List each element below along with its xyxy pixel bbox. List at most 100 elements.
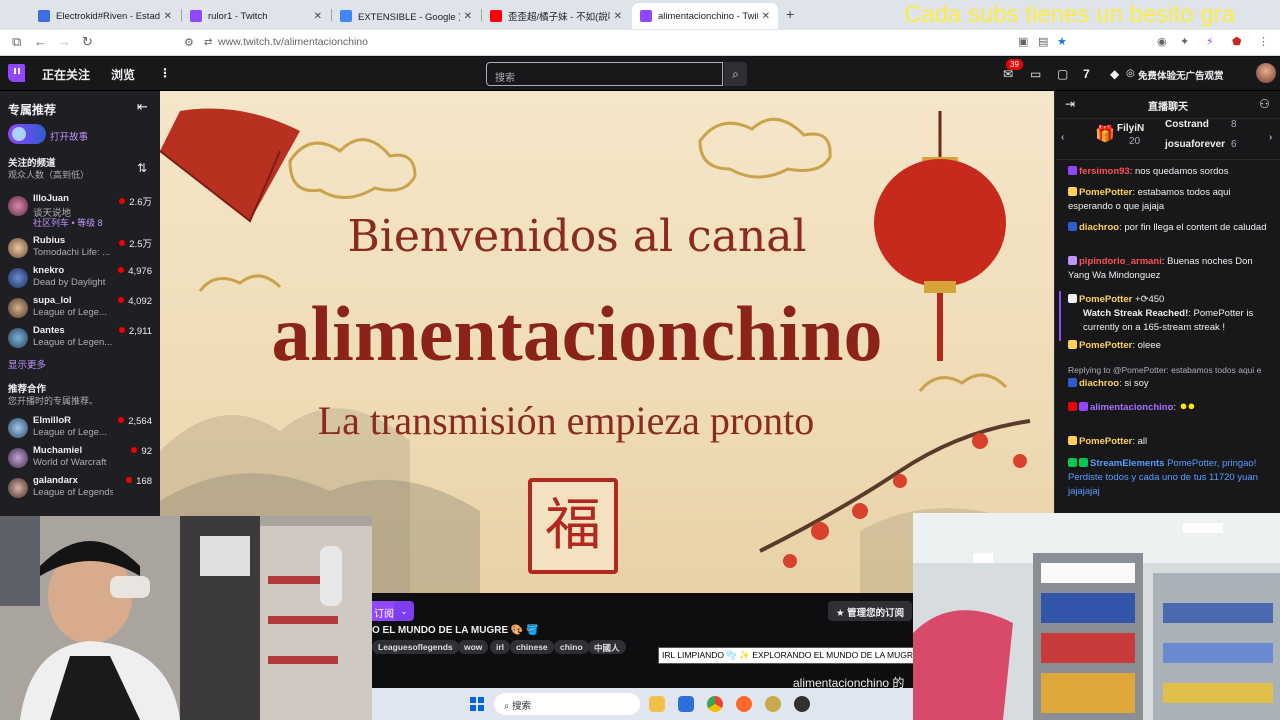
chat-username[interactable]: PomePotter	[1079, 294, 1132, 305]
firefox-icon[interactable]	[736, 696, 752, 712]
league-client-icon[interactable]	[765, 696, 781, 712]
tab-label: 歪歪超/橘子妹 - 不如(說唱版)	[508, 12, 610, 23]
prime-icon[interactable]: ◎	[1126, 68, 1135, 79]
close-tab-icon[interactable]: ✕	[762, 11, 770, 22]
address-bar: ⧉ ← → ↻ ⚙ ⇄ www.twitch.tv/alimentacionch…	[0, 30, 1280, 56]
user-avatar[interactable]	[1256, 63, 1276, 83]
close-tab-icon[interactable]: ✕	[464, 11, 472, 22]
whispers-icon[interactable]: ▢	[1057, 67, 1068, 81]
collapse-sidebar-icon[interactable]: ⇤	[137, 99, 148, 115]
chat-username[interactable]: StreamElements	[1090, 458, 1164, 469]
chat-username[interactable]: alimentacionchino	[1090, 402, 1173, 413]
twitch-logo-icon[interactable]	[8, 64, 25, 82]
sidebar-channel[interactable]: knekro Dead by Daylight 4,976	[0, 264, 160, 294]
chat-username[interactable]: diachroo	[1079, 378, 1119, 389]
extensions-icon[interactable]: ✦	[1180, 35, 1189, 48]
nav-following[interactable]: 正在关注	[42, 66, 90, 83]
workspaces-icon[interactable]: ⧉	[12, 34, 21, 50]
viewer-count: 2,911	[119, 326, 152, 337]
browser-tab-active[interactable]: alimentacionchino - Twitch ✕	[632, 3, 778, 29]
badge-icon	[1068, 256, 1077, 265]
close-tab-icon[interactable]: ✕	[164, 11, 172, 22]
search-input[interactable]: 搜索	[486, 62, 723, 86]
reload-icon[interactable]: ↻	[82, 34, 93, 50]
chat-username[interactable]: fersimon93	[1079, 166, 1130, 177]
browser-tab[interactable]: rulor1 - Twitch ✕	[182, 3, 330, 29]
screenshot-icon[interactable]: ▣	[1018, 35, 1028, 48]
manage-subscription-button[interactable]: ★ 管理您的订阅	[828, 601, 913, 621]
browser-menu-icon[interactable]: ⋮	[1258, 35, 1269, 48]
inbox-icon[interactable]: ▭	[1030, 67, 1041, 81]
chat-message: alimentacionchino: ●●	[1068, 399, 1276, 415]
chevron-right-icon[interactable]: ›	[1269, 132, 1272, 143]
sidebar-channel[interactable]: Dantes League of Legen... 2,911	[0, 324, 160, 354]
url-field[interactable]: www.twitch.tv/alimentacionchino	[218, 36, 368, 48]
channel-name: Muchamiel	[33, 445, 83, 456]
story-button[interactable]	[8, 124, 46, 144]
close-tab-icon[interactable]: ✕	[314, 11, 322, 22]
chrome-icon[interactable]	[707, 696, 723, 712]
extension-badge-icon[interactable]: 7	[1083, 67, 1090, 81]
adblock-icon[interactable]: ⬟	[1232, 35, 1242, 48]
forward-icon[interactable]: →	[58, 34, 71, 49]
sidebar-channel[interactable]: galandarx League of Legends 168	[0, 474, 160, 504]
avatar	[8, 196, 28, 216]
back-icon[interactable]: ←	[34, 34, 47, 49]
chat-username[interactable]: pipindorio_armani	[1079, 256, 1162, 267]
sidebar-channel[interactable]: IlloJuan 谈天说地 2.6万 社区列车 • 等级 8	[0, 192, 160, 230]
tag[interactable]: 中國人	[588, 640, 626, 654]
webcam-right-image	[913, 513, 1280, 720]
sort-icon[interactable]: ⇅	[137, 161, 147, 175]
chat-username[interactable]: PomePotter	[1079, 340, 1132, 351]
recommended-sub: 您开播时的专属推荐。	[8, 396, 99, 406]
broadcaster-badge-icon	[1068, 402, 1077, 411]
tag[interactable]: irl	[490, 640, 511, 654]
taskbar-search[interactable]: ⌕ 搜索	[494, 693, 640, 715]
windows-start-icon[interactable]	[470, 697, 484, 711]
chat-username[interactable]: PomePotter	[1079, 187, 1132, 198]
chevron-down-icon[interactable]: ⌄	[394, 601, 414, 621]
share-icon[interactable]: ⇄	[204, 37, 212, 48]
channel-name: galandarx	[33, 475, 78, 486]
search-icon[interactable]: ⌕	[724, 62, 747, 86]
browser-tab[interactable]: 歪歪超/橘子妹 - 不如(說唱版) ✕	[482, 3, 630, 29]
sidebar-channel[interactable]: Muchamiel World of Warcraft 92	[0, 444, 160, 474]
community-icon[interactable]: ⚇	[1259, 97, 1270, 111]
channel-title-banner: alimentacionchino	[271, 290, 883, 377]
ad-free-button[interactable]: 免费体验无广告观赏	[1138, 68, 1224, 82]
bits-icon[interactable]: ◆	[1110, 67, 1119, 81]
reply-reference[interactable]: Replying to @PomePotter: estabamos todos…	[1068, 363, 1276, 377]
more-menu-icon[interactable]: ⋮	[159, 66, 171, 80]
story-label[interactable]: 打开故事	[50, 129, 88, 143]
sidebar-channel[interactable]: ElmilloR League of Lege... 2,564	[0, 414, 160, 444]
gifter-count: 8	[1231, 119, 1237, 130]
tag[interactable]: chinese	[510, 640, 554, 654]
reader-icon[interactable]: ▤	[1038, 35, 1048, 48]
show-more-link[interactable]: 显示更多	[8, 357, 46, 371]
nav-browse[interactable]: 浏览	[111, 66, 135, 83]
chat-message: diachroo: por fin llega el content de ca…	[1068, 221, 1276, 235]
sidebar-channel[interactable]: Rubius Tomodachi Life: ... 2.5万	[0, 234, 160, 264]
twitch-extension-icon[interactable]: ⚡	[1206, 35, 1214, 48]
chat-username[interactable]: PomePotter	[1079, 436, 1132, 447]
account-icon[interactable]: ◉	[1157, 35, 1167, 48]
obs-icon[interactable]	[794, 696, 810, 712]
outlook-icon[interactable]	[678, 696, 694, 712]
close-tab-icon[interactable]: ✕	[614, 11, 622, 22]
sidebar-channel[interactable]: supa_lol League of Lege... 4,092	[0, 294, 160, 324]
tag[interactable]: chino	[554, 640, 589, 654]
site-info-icon[interactable]: ⚙	[184, 36, 194, 49]
chat-header: ⇥ 直播聊天 ⚇	[1055, 91, 1280, 119]
tag[interactable]: wow	[458, 640, 489, 654]
file-explorer-icon[interactable]	[649, 696, 665, 712]
gifter-count: 6	[1231, 139, 1237, 150]
chevron-left-icon[interactable]: ‹	[1061, 132, 1064, 143]
new-tab-button[interactable]: +	[786, 6, 794, 22]
chat-username[interactable]: diachroo	[1079, 222, 1119, 233]
tag[interactable]: Leaguesoflegends	[372, 640, 459, 654]
chat-title: 直播聊天	[1148, 102, 1188, 113]
browser-tab[interactable]: EXTENSIBLE - Google 文档 ✕	[332, 3, 480, 29]
bookmark-star-icon[interactable]: ★	[1057, 35, 1067, 48]
viewer-count: 92	[131, 446, 152, 457]
browser-tab[interactable]: Electrokid#Riven - Estadístic ✕	[30, 3, 180, 29]
